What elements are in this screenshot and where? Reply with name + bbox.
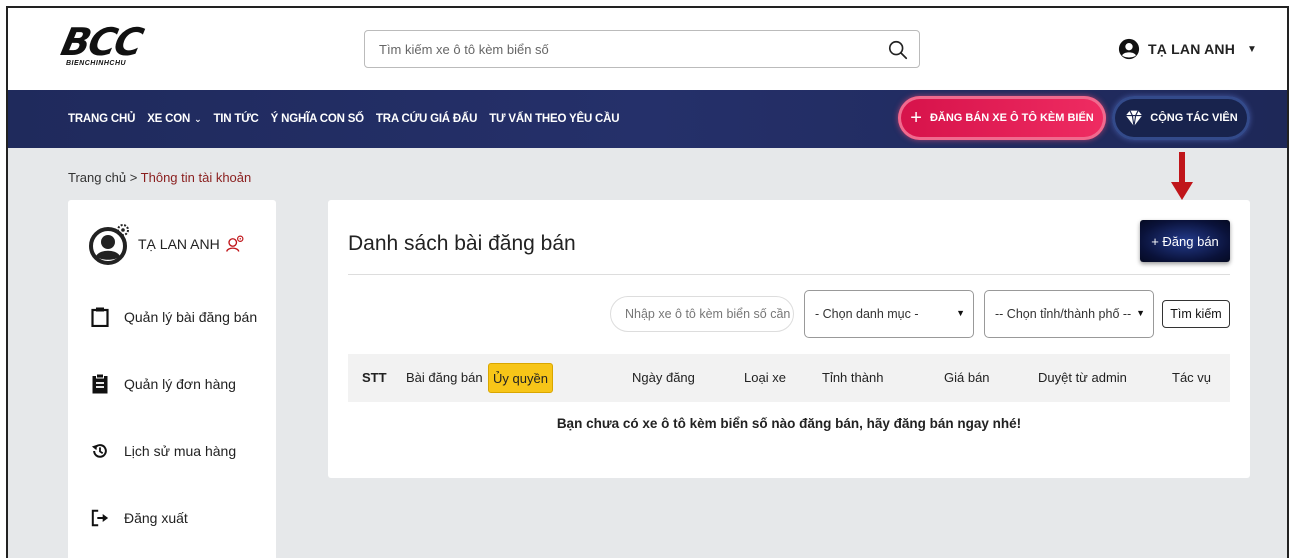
user-menu[interactable]: TẠ LAN ANH ▼ xyxy=(1118,38,1257,60)
sidebar-menu: Quản lý bài đăng bán Quản lý đơn hàng Lị… xyxy=(90,306,257,558)
sidebar-item-manage-posts[interactable]: Quản lý bài đăng bán xyxy=(90,306,257,328)
clipboard-list-icon xyxy=(90,374,110,394)
collaborator-label: CỘNG TÁC VIÊN xyxy=(1150,112,1238,124)
profile-name: TẠ LAN ANH xyxy=(138,236,220,252)
site-logo[interactable]: BCC BIENCHINHCHU xyxy=(57,20,172,74)
sidebar-item-label: Quản lý đơn hàng xyxy=(124,376,236,392)
nav-item-price-lookup[interactable]: TRA CỨU GIÁ ĐẤU xyxy=(376,113,478,125)
column-header-authorization: Ủy quyền xyxy=(488,363,553,393)
posts-panel: Danh sách bài đăng bán + Đăng bán Nhập x… xyxy=(328,200,1250,478)
down-arrow-icon xyxy=(1171,152,1193,200)
sidebar-item-logout[interactable]: Đăng xuất xyxy=(90,507,257,529)
column-header-date: Ngày đăng xyxy=(632,370,695,385)
nav-item-xe-con[interactable]: XE CON ⌄ xyxy=(147,113,201,125)
sidebar-item-manage-orders[interactable]: Quản lý đơn hàng xyxy=(90,373,257,395)
sidebar-item-purchase-history[interactable]: Lịch sử mua hàng xyxy=(90,440,257,462)
user-name: TẠ LAN ANH xyxy=(1148,41,1236,57)
add-post-button[interactable]: + Đăng bán xyxy=(1140,220,1230,262)
nav-item-number-meaning[interactable]: Ý NGHĨA CON SỐ xyxy=(271,113,364,125)
empty-state-message: Bạn chưa có xe ô tô kèm biển số nào đăng… xyxy=(556,416,1022,431)
breadcrumb-home[interactable]: Trang chủ xyxy=(68,170,126,185)
sell-car-label: ĐĂNG BÁN XE Ô TÔ KÈM BIỂN xyxy=(929,112,1094,124)
chevron-down-icon: ⌄ xyxy=(194,114,202,124)
collaborator-button[interactable]: CỘNG TÁC VIÊN xyxy=(1112,96,1250,140)
select-arrow-icon: ▼ xyxy=(956,308,965,318)
column-header-actions: Tác vụ xyxy=(1172,370,1212,385)
diamond-icon xyxy=(1126,110,1143,127)
sidebar-item-label: Đăng xuất xyxy=(124,510,188,526)
nav-item-xe-con-label: XE CON xyxy=(147,113,191,125)
nav-item-home[interactable]: TRANG CHỦ xyxy=(68,113,135,125)
select-arrow-icon: ▼ xyxy=(1136,308,1145,318)
site-header: BCC BIENCHINHCHU TẠ LAN ANH ▼ xyxy=(8,8,1287,90)
page-title: Danh sách bài đăng bán xyxy=(348,232,576,255)
plate-search-input[interactable]: Nhập xe ô tô kèm biển số cần tìm xyxy=(610,296,794,332)
account-sidebar: TẠ LAN ANH Quản lý bài đăng bán Quản lý … xyxy=(68,200,276,558)
nav-item-consulting[interactable]: TƯ VẤN THEO YÊU CẦU xyxy=(489,113,619,125)
search-box xyxy=(364,30,920,68)
category-select-value: - Chọn danh mục - xyxy=(815,307,919,321)
search-input[interactable] xyxy=(365,31,875,67)
clipboard-icon xyxy=(90,307,110,327)
profile-header: TẠ LAN ANH xyxy=(88,222,244,266)
column-header-stt: STT xyxy=(362,370,387,385)
breadcrumb: Trang chủ > Thông tin tài khoản xyxy=(68,170,251,185)
search-icon[interactable] xyxy=(887,39,909,61)
divider xyxy=(348,274,1230,275)
content-area: Trang chủ > Thông tin tài khoản TẠ LAN A… xyxy=(8,148,1287,558)
table-header: STT Bài đăng bán Ủy quyền Ngày đăng Loại… xyxy=(348,354,1230,402)
category-select[interactable]: - Chọn danh mục - ▼ xyxy=(804,290,974,338)
logout-icon xyxy=(90,508,110,528)
column-header-price: Giá bán xyxy=(944,370,990,385)
province-select[interactable]: -- Chọn tỉnh/thành phố -- ▼ xyxy=(984,290,1154,338)
caret-down-icon: ▼ xyxy=(1247,43,1257,55)
plus-icon: + xyxy=(910,107,922,129)
main-nav: TRANG CHỦ XE CON ⌄ TIN TỨC Ý NGHĨA CON SỐ… xyxy=(8,90,1287,148)
user-settings-icon[interactable] xyxy=(225,235,244,253)
avatar-icon xyxy=(89,224,129,265)
column-header-admin-approval: Duyệt từ admin xyxy=(1038,370,1127,385)
breadcrumb-current: Thông tin tài khoản xyxy=(140,170,252,185)
user-avatar-icon xyxy=(1118,38,1140,60)
column-header-car-type: Loại xe xyxy=(744,370,786,385)
browser-frame: BCC BIENCHINHCHU TẠ LAN ANH ▼ TRANG CHỦ … xyxy=(6,6,1289,558)
breadcrumb-separator: > xyxy=(129,170,138,185)
filter-search-button[interactable]: Tìm kiếm xyxy=(1162,300,1230,328)
nav-item-news[interactable]: TIN TỨC xyxy=(213,113,258,125)
logo-mark: BCC xyxy=(57,20,146,64)
column-header-province: Tỉnh thành xyxy=(822,370,884,385)
sidebar-item-label: Quản lý bài đăng bán xyxy=(124,309,258,325)
province-select-value: -- Chọn tỉnh/thành phố -- xyxy=(995,307,1132,321)
column-header-post: Bài đăng bán xyxy=(406,370,483,385)
sell-car-button[interactable]: + ĐĂNG BÁN XE Ô TÔ KÈM BIỂN xyxy=(898,96,1106,140)
sidebar-item-label: Lịch sử mua hàng xyxy=(124,443,237,459)
history-icon xyxy=(90,441,110,461)
